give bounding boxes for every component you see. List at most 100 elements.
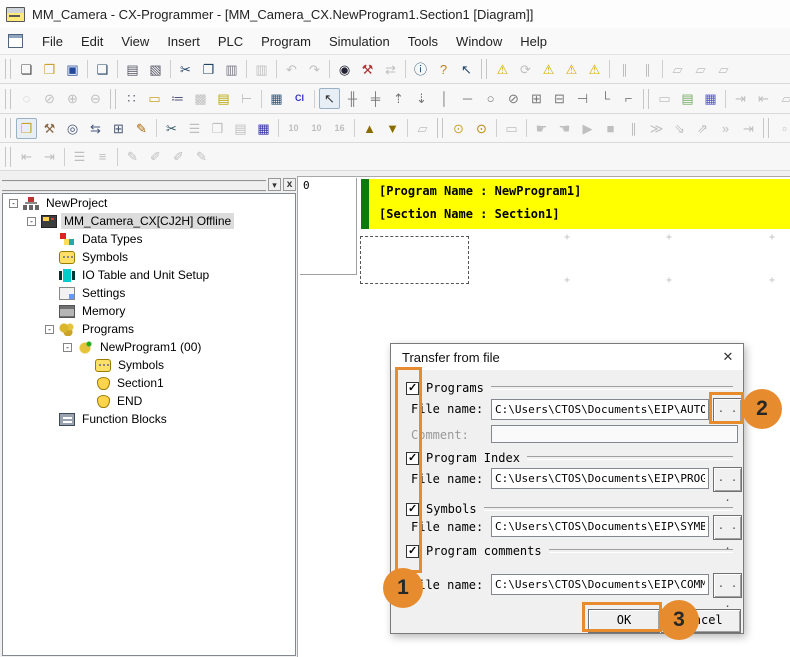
next-reference-icon[interactable]: ▼ bbox=[382, 118, 403, 139]
contact-nc-icon[interactable]: ╪ bbox=[365, 88, 386, 109]
mnemonic-view-icon[interactable]: ▦ bbox=[266, 88, 287, 109]
tree-item-data-types[interactable]: Data Types bbox=[3, 230, 295, 248]
drag-handle[interactable] bbox=[2, 180, 266, 192]
properties-icon[interactable]: ✎ bbox=[131, 118, 152, 139]
ladder-sections-icon[interactable]: ▤ bbox=[213, 88, 234, 109]
tree-item-mm-camera-cx-cj2h-offline[interactable]: -MM_Camera_CX[CJ2H] Offline bbox=[3, 212, 295, 230]
page-search-icon[interactable]: ❑ bbox=[92, 59, 113, 80]
cut-icon[interactable]: ✂ bbox=[175, 59, 196, 80]
address-reference-icon[interactable]: ⊞ bbox=[108, 118, 129, 139]
output-window-icon[interactable]: ⚒ bbox=[39, 118, 60, 139]
program-index-browse-button[interactable]: . . . bbox=[713, 467, 742, 492]
rung-list-icon[interactable]: ≔ bbox=[167, 88, 188, 109]
save-icon[interactable]: ▣ bbox=[62, 59, 83, 80]
symbols-browse-button[interactable]: . . . bbox=[713, 515, 742, 540]
toolbar-grip[interactable] bbox=[481, 59, 487, 79]
find-warning-icon[interactable]: ⚠ bbox=[538, 59, 559, 80]
rung-number-cell[interactable]: 0 bbox=[300, 178, 357, 275]
info-icon[interactable]: ⓘ bbox=[410, 59, 431, 80]
program-comments-file-input[interactable] bbox=[491, 574, 709, 595]
toolbar-grip[interactable] bbox=[5, 118, 11, 138]
tree-item-function-blocks[interactable]: Function Blocks bbox=[3, 410, 295, 428]
copy-icon[interactable]: ❐ bbox=[198, 59, 219, 80]
tree-item-end[interactable]: END bbox=[3, 392, 295, 410]
ci-view-icon[interactable]: CI bbox=[289, 88, 310, 109]
dialog-title-bar[interactable]: Transfer from file ✕ bbox=[391, 344, 743, 370]
coil-icon[interactable]: ○ bbox=[480, 88, 501, 109]
toolbar-grip[interactable] bbox=[437, 118, 443, 138]
tree-item-newprogram1-00-[interactable]: -NewProgram1 (00) bbox=[3, 338, 295, 356]
menu-insert[interactable]: Insert bbox=[158, 31, 209, 52]
find-icon[interactable]: ◉ bbox=[334, 59, 355, 80]
toolbar-grip[interactable] bbox=[643, 89, 649, 109]
new-file-icon[interactable]: ❏ bbox=[16, 59, 37, 80]
program-index-file-input[interactable] bbox=[491, 468, 709, 489]
horizontal-line-icon[interactable]: ─ bbox=[457, 88, 478, 109]
toolbar-grip[interactable] bbox=[5, 89, 11, 109]
instruction-box-icon[interactable]: ⊞ bbox=[526, 88, 547, 109]
watch-window-icon[interactable]: ◎ bbox=[62, 118, 83, 139]
coil-closed-icon[interactable]: ⊘ bbox=[503, 88, 524, 109]
instruction-box-closed-icon[interactable]: ⊟ bbox=[549, 88, 570, 109]
context-help-icon[interactable]: ↖ bbox=[456, 59, 477, 80]
find-symbol-icon[interactable]: ✂ bbox=[161, 118, 182, 139]
binary-monitor-icon[interactable]: ▦ bbox=[253, 118, 274, 139]
menu-view[interactable]: View bbox=[112, 31, 158, 52]
comment-note-icon[interactable]: ▭ bbox=[144, 88, 165, 109]
contact-up-icon[interactable]: ⇡ bbox=[388, 88, 409, 109]
child-window-icon[interactable] bbox=[8, 34, 23, 48]
cross-reference-icon[interactable]: ⇆ bbox=[85, 118, 106, 139]
program-comments-browse-button[interactable]: . . . bbox=[713, 573, 742, 598]
open-file-icon[interactable]: ❒ bbox=[39, 59, 60, 80]
compile-icon[interactable]: ⚠ bbox=[492, 59, 513, 80]
menu-edit[interactable]: Edit bbox=[72, 31, 112, 52]
menu-plc[interactable]: PLC bbox=[209, 31, 252, 52]
workspace-toggle-icon[interactable]: ❒ bbox=[16, 118, 37, 139]
find-replace-icon[interactable]: ⚒ bbox=[357, 59, 378, 80]
contact-no-icon[interactable]: ╫ bbox=[342, 88, 363, 109]
fb-invocation-icon[interactable]: ⊣ bbox=[572, 88, 593, 109]
symbols-file-input[interactable] bbox=[491, 516, 709, 537]
menu-program[interactable]: Program bbox=[252, 31, 320, 52]
layers-icon[interactable]: ▤ bbox=[677, 88, 698, 109]
tree-expander-icon[interactable]: - bbox=[45, 325, 54, 334]
grid-view-icon[interactable]: ▦ bbox=[700, 88, 721, 109]
help-icon[interactable]: ? bbox=[433, 59, 454, 80]
menu-file[interactable]: File bbox=[33, 31, 72, 52]
program-comment-block[interactable]: [Program Name : NewProgram1] [Section Na… bbox=[361, 179, 790, 229]
contact-down-icon[interactable]: ⇣ bbox=[411, 88, 432, 109]
menu-tools[interactable]: Tools bbox=[399, 31, 447, 52]
toolbar-grip[interactable] bbox=[763, 118, 769, 138]
selection-rect[interactable] bbox=[360, 236, 469, 284]
print-preview-icon[interactable]: ▧ bbox=[145, 59, 166, 80]
set-protection-icon[interactable]: ⊙ bbox=[448, 118, 469, 139]
tree-item-section1[interactable]: Section1 bbox=[3, 374, 295, 392]
tree-expander-icon[interactable]: - bbox=[27, 217, 36, 226]
tree-expander-icon[interactable]: - bbox=[9, 199, 18, 208]
toolbar-grip[interactable] bbox=[5, 59, 11, 79]
previous-reference-icon[interactable]: ▲ bbox=[359, 118, 380, 139]
tree-item-settings[interactable]: Settings bbox=[3, 284, 295, 302]
tree-item-programs[interactable]: -Programs bbox=[3, 320, 295, 338]
close-icon[interactable]: ✕ bbox=[713, 344, 743, 370]
tree-expander-icon[interactable]: - bbox=[63, 343, 72, 352]
toolbar-grip[interactable] bbox=[110, 89, 116, 109]
paste-icon[interactable]: ▥ bbox=[221, 59, 242, 80]
tree-item-memory[interactable]: Memory bbox=[3, 302, 295, 320]
tree-item-symbols[interactable]: Symbols bbox=[3, 248, 295, 266]
release-protection-icon[interactable]: ⊙ bbox=[471, 118, 492, 139]
toolbar-grip[interactable] bbox=[5, 147, 11, 167]
tree-item-newproject[interactable]: -NewProject bbox=[3, 194, 295, 212]
vertical-line-icon[interactable]: │ bbox=[434, 88, 455, 109]
line-delete-icon[interactable]: ⌐ bbox=[618, 88, 639, 109]
transfer-to-plc-icon[interactable]: ⚠ bbox=[584, 59, 605, 80]
line-connect-icon[interactable]: └ bbox=[595, 88, 616, 109]
menu-window[interactable]: Window bbox=[447, 31, 511, 52]
program-check-icon[interactable]: ⚠ bbox=[561, 59, 582, 80]
tree-item-io-table-and-unit-setup[interactable]: IO Table and Unit Setup bbox=[3, 266, 295, 284]
print-icon[interactable]: ▤ bbox=[122, 59, 143, 80]
close-icon[interactable]: x bbox=[283, 178, 296, 191]
show-grid-icon[interactable]: ∷ bbox=[121, 88, 142, 109]
tree-item-symbols[interactable]: Symbols bbox=[3, 356, 295, 374]
select-tool-icon[interactable]: ↖ bbox=[319, 88, 340, 109]
